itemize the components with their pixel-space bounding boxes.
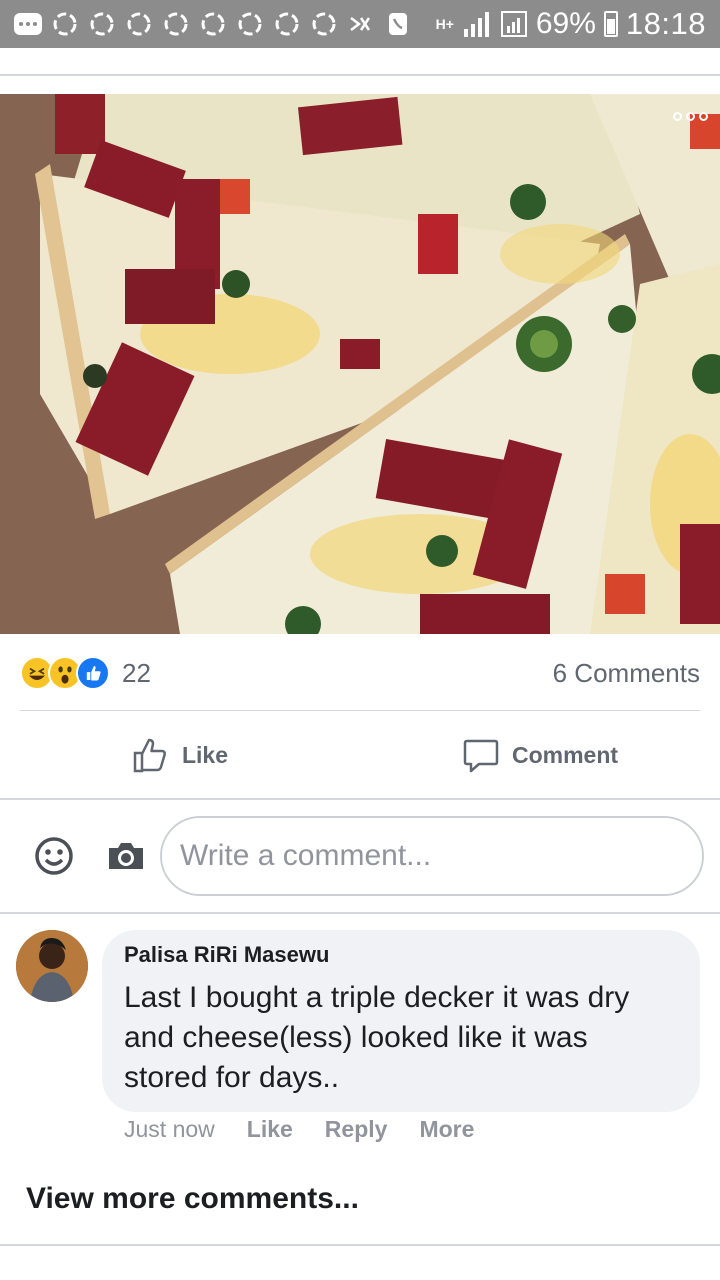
comment-text: Last I bought a triple decker it was dry… [124,981,630,1094]
thumbs-up-icon [133,738,166,773]
like-reaction-icon [76,656,110,690]
commenter-avatar-image [16,930,88,1002]
sync-notification-icon [164,12,188,36]
comment-composer [0,800,720,912]
no-signal-icon [350,17,371,31]
comment-reply-link[interactable]: Reply [325,1116,388,1143]
more-options-icon[interactable] [673,112,708,121]
smiley-icon [35,837,73,875]
comment-time: Just now [124,1116,215,1142]
status-right: H+ 69% 18:18 [436,6,706,42]
comments-count-link[interactable]: 6 Comments [553,658,700,689]
camera-icon [109,843,143,869]
battery-percent: 69% [535,7,596,40]
comment-meta: Just now Like Reply More [124,1116,474,1143]
status-bar: H+ 69% 18:18 [0,0,720,48]
chat-notification-icon [14,13,42,35]
pizza-photo-illustration [0,94,720,634]
signal-icon [463,12,489,37]
post-photo[interactable] [0,94,720,634]
sync-notification-icon [238,12,262,36]
clock: 18:18 [625,6,706,41]
sync-notification-icon [53,12,77,36]
reaction-count[interactable]: 22 [122,658,151,689]
battery-icon [603,11,618,37]
sync-notification-icon [127,12,151,36]
sync-notification-icon [275,12,299,36]
phone-icon [389,13,407,35]
sync-notification-icon [312,12,336,36]
view-more-comments-link[interactable]: View more comments... [26,1182,359,1216]
divider [20,710,700,711]
comment-bubble-icon [463,739,499,773]
reaction-icons[interactable] [20,656,110,690]
reactions-row: 22 6 Comments [0,636,720,710]
divider [0,1244,720,1246]
card-gap [0,76,720,92]
signal-box-icon [500,11,527,37]
comment-more-link[interactable]: More [419,1116,474,1143]
like-label: Like [181,741,229,768]
notification-icons [14,10,412,38]
photo-button[interactable] [106,836,146,876]
sync-notification-icon [90,12,114,36]
like-button[interactable]: Like [0,712,360,798]
comment-input[interactable] [160,816,704,896]
divider [0,912,720,914]
emoji-button[interactable] [34,836,74,876]
comment-bubble[interactable]: Palisa RiRi Masewu Last I bought a tripl… [102,930,700,1112]
comment-author[interactable]: Palisa RiRi Masewu [124,942,678,968]
post-actions: Like Comment [0,712,720,798]
comment-button[interactable]: Comment [360,712,720,798]
network-type-label: H+ [435,16,454,32]
avatar[interactable] [16,930,88,1002]
comment-like-link[interactable]: Like [247,1116,293,1143]
comment-label: Comment [511,741,619,768]
previous-card-edge [0,48,720,76]
sync-notification-icon [201,12,225,36]
